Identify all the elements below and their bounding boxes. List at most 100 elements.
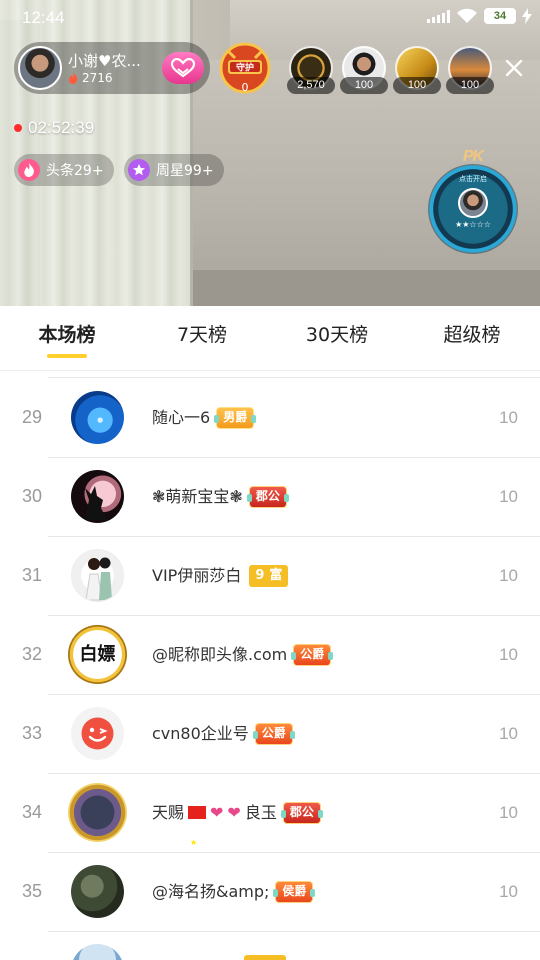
- viewer-avatar-4[interactable]: 100: [446, 46, 494, 94]
- ranking-tabs: 本场榜 7天榜 30天榜 超级榜: [0, 306, 540, 370]
- headline-rank-label: 头条29+: [46, 163, 104, 179]
- noble-badge: 公爵: [252, 722, 295, 745]
- guard-badge[interactable]: 守护 0: [219, 42, 271, 94]
- anchor-fans-count: 2716: [82, 71, 113, 85]
- user-name-text: 随心一6: [152, 408, 211, 427]
- contribution-score: 10: [499, 882, 518, 901]
- rank-number: 34: [21, 802, 43, 822]
- pk-avatar: [458, 188, 488, 218]
- user-name-text: @昵称即头像.com: [152, 645, 288, 664]
- wifi-icon: [457, 8, 477, 23]
- avatar-text: 白嫖: [79, 644, 116, 665]
- ranking-row[interactable]: 33 cvn80企业号 公爵 10: [0, 694, 540, 773]
- tab-super[interactable]: 超级榜: [427, 306, 517, 370]
- active-tab-indicator: [47, 354, 87, 358]
- battery-icon: 34: [484, 8, 516, 24]
- headline-rank-chip[interactable]: 头条29+: [14, 154, 114, 186]
- user-name: ❃萌新宝宝❃ 郡公: [152, 457, 289, 536]
- video-floor: [185, 270, 540, 306]
- rank-number: 29: [21, 407, 43, 427]
- user-name: 天赐 ❤ ❤ 良玉 郡公: [152, 773, 323, 882]
- user-avatar[interactable]: [68, 783, 127, 842]
- user-avatar[interactable]: [71, 944, 124, 960]
- weekly-star-label: 周星99+: [156, 163, 214, 179]
- status-icons: 34: [427, 8, 532, 24]
- tab-this-session[interactable]: 本场榜: [22, 306, 112, 370]
- pk-stars: ★★☆☆☆: [455, 220, 491, 229]
- anchor-name: 小谢♥农...: [68, 52, 141, 70]
- signal-icon: [427, 9, 450, 23]
- pk-title: PK: [462, 148, 484, 165]
- pk-widget[interactable]: PK 点击开启 ★★☆☆☆: [425, 148, 521, 254]
- live-timer: 02:52:39: [14, 118, 94, 138]
- contribution-score: 10: [499, 645, 518, 664]
- status-time: 12:44: [22, 8, 65, 27]
- flame-badge-icon: [18, 159, 40, 181]
- anchor-avatar[interactable]: [18, 46, 62, 90]
- follow-button[interactable]: [162, 52, 204, 84]
- wealth-label: 富: [269, 568, 283, 583]
- user-name-text: 天赐: [152, 803, 185, 822]
- rank-number: 32: [21, 644, 43, 664]
- user-avatar[interactable]: [71, 391, 124, 444]
- contribution-score: 10: [499, 803, 518, 822]
- noble-badge: 郡公: [280, 801, 323, 824]
- wealth-level-badge: [244, 955, 286, 960]
- couple-illustration-icon: [85, 557, 112, 601]
- flame-icon: [69, 72, 78, 84]
- user-name-text: cvn80企业号: [152, 724, 249, 743]
- ranking-row[interactable]: 30 ❃萌新宝宝❃ 郡公 10: [0, 457, 540, 536]
- user-name: @昵称即头像.com 公爵: [152, 615, 334, 694]
- heart-icon: ❤: [210, 803, 224, 822]
- contribution-score: 10: [499, 408, 518, 427]
- ranking-row-partial[interactable]: [0, 931, 540, 960]
- user-name-text-end: 良玉: [244, 803, 277, 822]
- user-name: VIP伊丽莎白 9 富: [152, 536, 289, 615]
- noble-badge: 侯爵: [273, 880, 316, 903]
- ranking-row[interactable]: 32 白嫖 @昵称即头像.com 公爵 10: [0, 615, 540, 694]
- user-avatar[interactable]: [71, 549, 124, 602]
- user-name-text: VIP伊丽莎白: [152, 566, 242, 585]
- viewer-contribution: 100: [340, 77, 388, 94]
- china-flag-icon: [188, 803, 207, 882]
- rank-number: 30: [21, 486, 43, 506]
- charging-icon: [522, 8, 532, 24]
- wealth-level: 9: [255, 568, 265, 583]
- tab-7-days[interactable]: 7天榜: [157, 306, 247, 370]
- pk-subtitle: 点击开启: [459, 175, 487, 183]
- close-icon[interactable]: [498, 52, 530, 84]
- star-badge-icon: [128, 159, 150, 181]
- ranking-row[interactable]: 31 VIP伊丽莎白 9 富 10: [0, 536, 540, 615]
- viewer-avatar-3[interactable]: 100: [393, 46, 441, 94]
- heart-hands-icon: [170, 58, 196, 78]
- ranking-row[interactable]: 29 随心一6 男爵 10: [0, 378, 540, 457]
- contribution-score: 10: [499, 566, 518, 585]
- wealth-level-badge: 9 富: [249, 564, 289, 587]
- user-avatar[interactable]: [71, 470, 124, 523]
- user-avatar[interactable]: [71, 707, 124, 760]
- user-avatar[interactable]: [71, 865, 124, 918]
- user-avatar[interactable]: 白嫖: [68, 625, 127, 684]
- rank-number: 31: [21, 565, 43, 585]
- tab-30-days[interactable]: 30天榜: [292, 306, 382, 370]
- user-name: 随心一6 男爵: [152, 378, 257, 457]
- viewer-avatar-1[interactable]: 2,570: [287, 46, 335, 94]
- user-name-text: @海名扬&amp;: [152, 882, 270, 901]
- ranking-row[interactable]: 34 天赐 ❤ ❤ 良玉 郡公 10: [0, 773, 540, 882]
- viewer-avatar-2[interactable]: 100: [340, 46, 388, 94]
- weekly-star-chip[interactable]: 周星99+: [124, 154, 224, 186]
- live-timer-text: 02:52:39: [28, 118, 95, 137]
- guard-label: 守护: [236, 62, 254, 74]
- viewer-contribution: 2,570: [287, 77, 335, 94]
- ranking-row[interactable]: 35 @海名扬&amp; 侯爵 10: [0, 852, 540, 931]
- contribution-score: 10: [499, 487, 518, 506]
- status-bar: 12:44 34: [0, 0, 540, 36]
- smiley-icon: [81, 717, 114, 750]
- heart-icon: ❤: [227, 803, 241, 822]
- live-dot-icon: [14, 124, 22, 132]
- rank-number: 33: [21, 723, 43, 743]
- user-name: @海名扬&amp; 侯爵: [152, 852, 316, 931]
- user-name: cvn80企业号 公爵: [152, 694, 295, 773]
- rank-number: 35: [21, 881, 43, 901]
- anchor-info[interactable]: 小谢♥农... 2716: [14, 42, 210, 94]
